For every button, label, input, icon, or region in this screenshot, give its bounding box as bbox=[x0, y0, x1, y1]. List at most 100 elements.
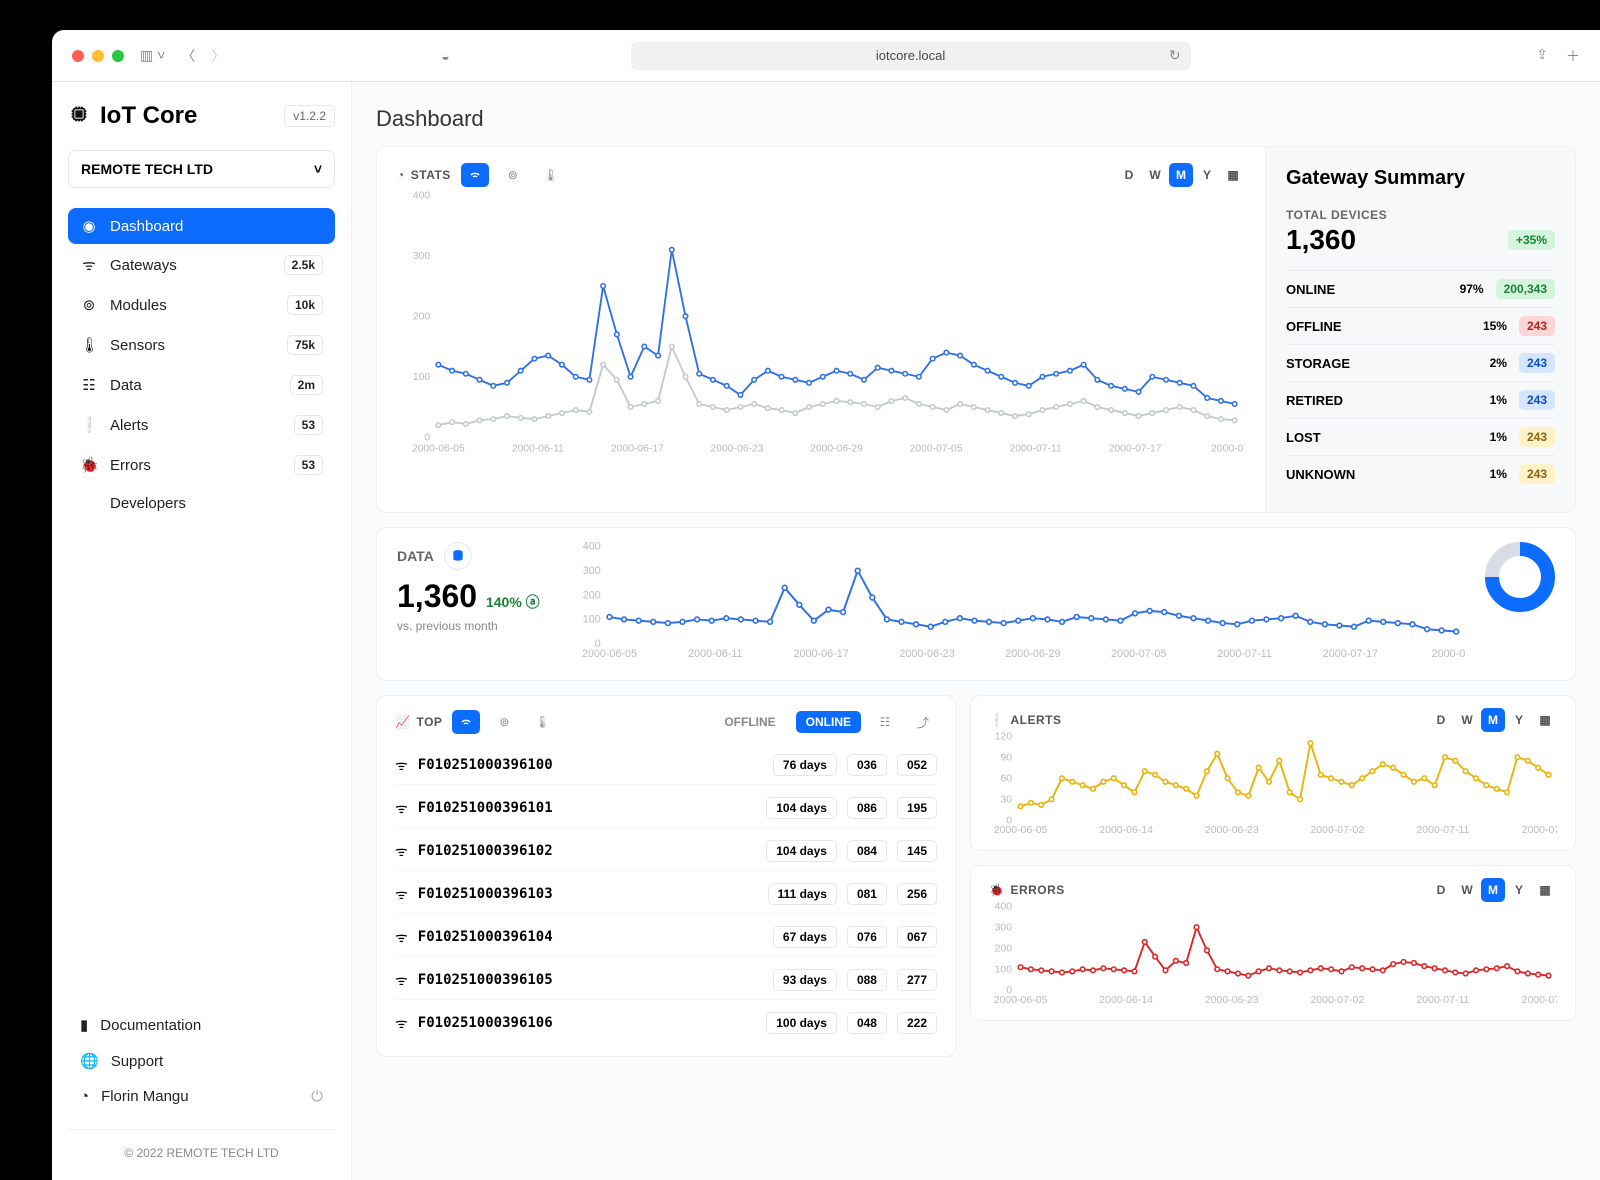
svg-text:2000-06-05: 2000-06-05 bbox=[994, 824, 1048, 836]
filter-wifi-chip[interactable] bbox=[461, 163, 489, 187]
user-icon: ◔ bbox=[80, 1088, 89, 1105]
range-w[interactable]: W bbox=[1143, 163, 1167, 187]
top-row[interactable]: ᯤ F010251000396100 76 days 036 052 bbox=[395, 746, 937, 785]
uptime-badge: 111 days bbox=[768, 883, 837, 905]
sidebar-item-alerts[interactable]: ❕ Alerts 53 bbox=[68, 406, 335, 444]
gateway-id: F010251000396101 bbox=[418, 800, 553, 816]
svg-text:100: 100 bbox=[413, 372, 430, 383]
gauge-icon: ◔ bbox=[397, 168, 405, 182]
sidebar-item-developers[interactable]: Developers bbox=[68, 486, 335, 521]
svg-text:60: 60 bbox=[1000, 773, 1012, 785]
range-y[interactable]: Y bbox=[1507, 708, 1531, 732]
gw-row-label: UNKNOWN bbox=[1286, 467, 1490, 482]
metric-a-badge: 088 bbox=[847, 969, 887, 991]
alert-icon: ❕ bbox=[989, 713, 1004, 727]
sidebar-item-gateways[interactable]: ᯤ Gateways 2.5k bbox=[68, 246, 335, 284]
range-w[interactable]: W bbox=[1455, 708, 1479, 732]
sidebar-item-label: Errors bbox=[110, 457, 151, 474]
range-d[interactable]: D bbox=[1117, 163, 1141, 187]
range-m[interactable]: M bbox=[1481, 708, 1505, 732]
sidebar-item-data[interactable]: ☷ Data 2m bbox=[68, 366, 335, 404]
top-filter-sensor-chip[interactable]: 🌡 bbox=[528, 710, 556, 734]
errors-card: 🐞ERRORS DWMY▦ 01002003004002000-06-05200… bbox=[970, 865, 1576, 1021]
new-tab-icon[interactable]: ＋ bbox=[1566, 46, 1580, 66]
top-card: 📈 TOP ⊚ 🌡 OFFLINE ONLINE ☷ ⤴ ᯤ F01025100… bbox=[376, 695, 956, 1057]
gateway-row-unknown: UNKNOWN 1% 243 bbox=[1286, 455, 1555, 492]
data-label: DATA bbox=[397, 548, 434, 564]
metric-b-badge: 277 bbox=[897, 969, 937, 991]
uptime-badge: 76 days bbox=[773, 754, 837, 776]
metric-b-badge: 145 bbox=[897, 840, 937, 862]
top-row[interactable]: ᯤ F010251000396105 93 days 088 277 bbox=[395, 961, 937, 1000]
top-filter-module-chip[interactable]: ⊚ bbox=[490, 710, 518, 734]
shield-icon[interactable]: ◒ bbox=[441, 48, 449, 64]
book-icon: ▮ bbox=[80, 1016, 88, 1034]
svg-text:0: 0 bbox=[424, 432, 430, 443]
range-m[interactable]: M bbox=[1481, 878, 1505, 902]
power-icon[interactable]: ⏻ bbox=[311, 1088, 323, 1105]
reload-icon[interactable]: ↻ bbox=[1169, 47, 1181, 64]
filter-module-chip[interactable]: ⊚ bbox=[499, 163, 527, 187]
back-icon[interactable]: 〈 bbox=[181, 46, 195, 66]
svg-text:2000-07-2: 2000-07-2 bbox=[1211, 444, 1245, 455]
calendar-icon[interactable]: ▦ bbox=[1221, 163, 1245, 187]
copyright: © 2022 REMOTE TECH LTD bbox=[68, 1129, 335, 1160]
sidebar-item-sensors[interactable]: 🌡 Sensors 75k bbox=[68, 326, 335, 364]
gw-row-value: 243 bbox=[1519, 316, 1555, 336]
range-d[interactable]: D bbox=[1429, 878, 1453, 902]
top-row[interactable]: ᯤ F010251000396106 100 days 048 222 bbox=[395, 1004, 937, 1042]
sidebar-item-badge: 10k bbox=[287, 295, 323, 315]
gateway-summary: Gateway Summary TOTAL DEVICES 1,360 +35%… bbox=[1265, 147, 1575, 512]
sidebar-item-errors[interactable]: 🐞 Errors 53 bbox=[68, 446, 335, 484]
filter-sensor-chip[interactable]: 🌡 bbox=[537, 163, 565, 187]
top-db-icon[interactable]: ☷ bbox=[871, 710, 899, 734]
wifi-icon: ᯤ bbox=[395, 799, 408, 818]
sidebar-item-dashboard[interactable]: ◉ Dashboard bbox=[68, 208, 335, 244]
forward-icon[interactable]: 〉 bbox=[211, 46, 225, 66]
online-toggle[interactable]: ONLINE bbox=[796, 711, 861, 733]
thermometer-icon: 🌡 bbox=[80, 336, 98, 354]
range-w[interactable]: W bbox=[1455, 878, 1479, 902]
top-row[interactable]: ᯤ F010251000396101 104 days 086 195 bbox=[395, 789, 937, 828]
gateway-id: F010251000396103 bbox=[418, 886, 553, 902]
gw-row-label: STORAGE bbox=[1286, 356, 1490, 371]
footer-item-documentation[interactable]: ▮ Documentation bbox=[68, 1008, 335, 1042]
range-y[interactable]: Y bbox=[1507, 878, 1531, 902]
svg-text:30: 30 bbox=[1000, 794, 1012, 806]
share-icon[interactable]: ⇪ bbox=[1536, 46, 1548, 66]
svg-text:2000-07-02: 2000-07-02 bbox=[1310, 824, 1364, 836]
window-zoom-button[interactable] bbox=[112, 50, 124, 62]
top-row[interactable]: ᯤ F010251000396104 67 days 076 067 bbox=[395, 918, 937, 957]
range-m[interactable]: M bbox=[1169, 163, 1193, 187]
url-bar[interactable]: iotcore.local ↻ bbox=[631, 42, 1191, 70]
gw-row-pct: 1% bbox=[1490, 467, 1507, 481]
org-select[interactable]: REMOTE TECH LTD ˅ bbox=[68, 150, 335, 188]
top-filter-wifi-chip[interactable] bbox=[452, 710, 480, 734]
gw-row-pct: 2% bbox=[1490, 356, 1507, 370]
open-external-icon[interactable]: ⤴ bbox=[909, 710, 937, 734]
sidebar-item-modules[interactable]: ⊚ Modules 10k bbox=[68, 286, 335, 324]
window-close-button[interactable] bbox=[72, 50, 84, 62]
calendar-icon[interactable]: ▦ bbox=[1533, 708, 1557, 732]
sidebar: IoT Core v1.2.2 REMOTE TECH LTD ˅ ◉ Dash… bbox=[52, 82, 352, 1180]
footer-item-florin-mangu[interactable]: ◔ Florin Mangu ⏻ bbox=[68, 1080, 335, 1113]
wifi-icon: ᯤ bbox=[395, 1014, 408, 1033]
offline-toggle[interactable]: OFFLINE bbox=[714, 711, 785, 733]
dashboard-icon: ◉ bbox=[80, 217, 98, 235]
svg-text:2000-06-17: 2000-06-17 bbox=[794, 648, 849, 660]
footer-item-support[interactable]: 🌐 Support bbox=[68, 1044, 335, 1078]
sidebar-item-label: Dashboard bbox=[110, 218, 183, 235]
range-d[interactable]: D bbox=[1429, 708, 1453, 732]
sidebar-toggle-icon[interactable]: ▥ ˅ bbox=[140, 47, 165, 64]
calendar-icon[interactable]: ▦ bbox=[1533, 878, 1557, 902]
top-row[interactable]: ᯤ F010251000396103 111 days 081 256 bbox=[395, 875, 937, 914]
metric-a-badge: 048 bbox=[847, 1012, 887, 1034]
sidebar-item-badge: 53 bbox=[294, 455, 323, 475]
top-row[interactable]: ᯤ F010251000396102 104 days 084 145 bbox=[395, 832, 937, 871]
gw-row-pct: 97% bbox=[1460, 282, 1484, 296]
gw-row-pct: 1% bbox=[1490, 430, 1507, 444]
gw-row-pct: 15% bbox=[1483, 319, 1507, 333]
errors-label: ERRORS bbox=[1010, 883, 1064, 897]
window-minimize-button[interactable] bbox=[92, 50, 104, 62]
range-y[interactable]: Y bbox=[1195, 163, 1219, 187]
